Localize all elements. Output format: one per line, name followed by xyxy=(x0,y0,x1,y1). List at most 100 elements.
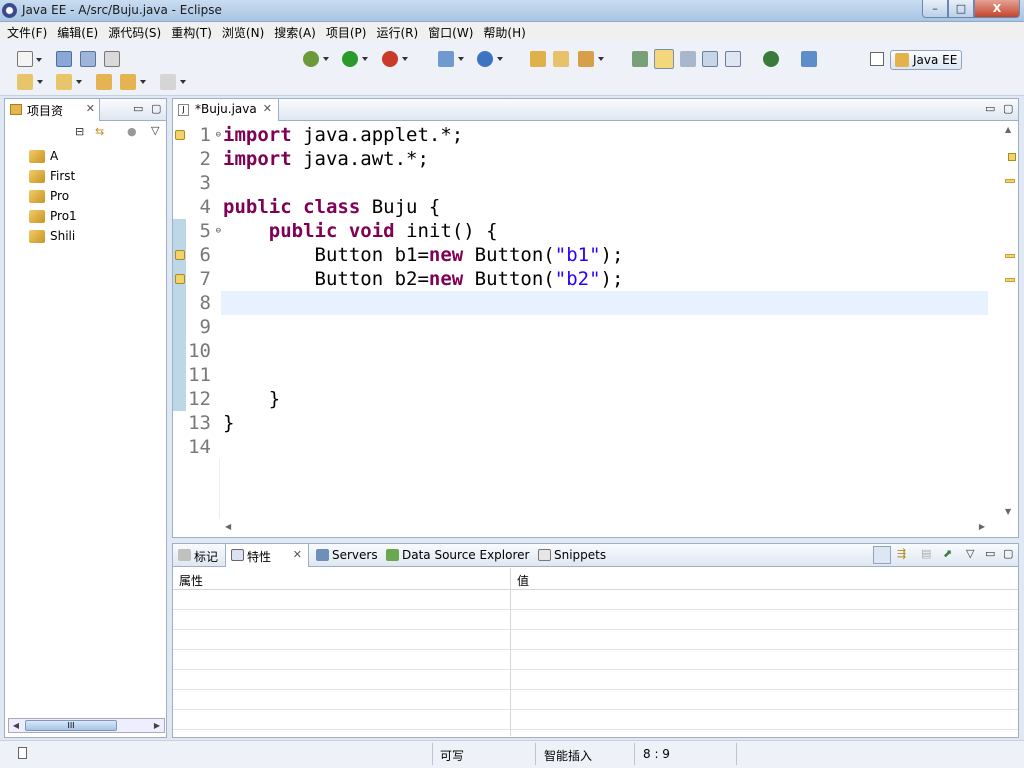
new-file-icon[interactable] xyxy=(17,51,42,67)
show-categories-icon[interactable] xyxy=(873,546,891,564)
menu-window[interactable]: 窗口(W) xyxy=(423,24,478,41)
tab-buju-java[interactable]: J *Buju.java ✕ xyxy=(173,99,279,121)
menu-edit[interactable]: 编辑(E) xyxy=(52,24,103,41)
overview-warning-marker[interactable] xyxy=(1005,254,1015,258)
code-line[interactable]: Button b2=new Button("b2"); xyxy=(223,267,624,291)
close-tab-icon[interactable]: ✕ xyxy=(86,102,95,115)
window-title: Java EE - A/src/Buju.java - Eclipse xyxy=(22,3,222,17)
scroll-right-icon[interactable]: ▶ xyxy=(979,522,985,531)
new-server-icon[interactable] xyxy=(438,51,464,67)
last-edit-location-icon[interactable] xyxy=(96,74,112,90)
search-icon[interactable] xyxy=(578,51,604,67)
minimize-editor-icon[interactable]: ▭ xyxy=(985,102,995,115)
block-selection-icon[interactable] xyxy=(702,51,718,67)
previous-annotation-icon[interactable] xyxy=(56,74,82,90)
filters-icon[interactable]: ● xyxy=(127,125,137,138)
open-type-icon[interactable] xyxy=(530,51,546,67)
overview-warning-marker[interactable] xyxy=(1005,278,1015,282)
project-explorer-tab-label: 项目资 xyxy=(27,104,64,118)
warning-icon[interactable] xyxy=(175,250,185,260)
code-line[interactable]: public class Buju { xyxy=(223,195,440,219)
open-perspective-icon[interactable] xyxy=(870,52,884,66)
link-with-editor-icon[interactable]: ⇆ xyxy=(95,125,104,138)
overview-warning-marker[interactable] xyxy=(1005,179,1015,183)
scroll-up-icon[interactable]: ▲ xyxy=(1005,125,1011,134)
maximize-button[interactable]: □ xyxy=(948,0,974,18)
tab-data-source-explorer[interactable]: Data Source Explorer xyxy=(381,544,531,567)
menu-project[interactable]: 项目(P) xyxy=(321,24,372,41)
server-icon[interactable] xyxy=(801,51,817,67)
menu-refactor[interactable]: 重构(T) xyxy=(166,24,217,41)
column-property[interactable]: 属性 xyxy=(179,572,203,589)
new-class-icon[interactable] xyxy=(477,51,503,67)
open-folder-icon[interactable] xyxy=(553,51,569,67)
editor-vertical-scrollbar[interactable]: ▲ ▼ xyxy=(1002,123,1018,519)
tab-properties[interactable]: 特性 ✕ xyxy=(225,544,309,567)
scroll-left-icon[interactable]: ◀ xyxy=(9,719,23,732)
servers-icon xyxy=(316,549,329,561)
mark-occurrences-icon[interactable] xyxy=(654,49,674,69)
minimize-button[interactable]: – xyxy=(922,0,948,18)
menu-search[interactable]: 搜索(A) xyxy=(269,24,321,41)
maximize-view-icon[interactable]: ▢ xyxy=(1003,547,1013,560)
save-icon[interactable] xyxy=(56,51,72,67)
scroll-down-icon[interactable]: ▼ xyxy=(1005,507,1011,516)
fold-toggle-icon[interactable]: ⊖ xyxy=(216,219,221,243)
collapse-all-icon[interactable]: ⊟ xyxy=(75,125,84,138)
maximize-editor-icon[interactable]: ▢ xyxy=(1003,102,1013,115)
show-advanced-icon[interactable]: ⇶ xyxy=(897,547,906,560)
show-whitespace-icon[interactable] xyxy=(725,51,741,67)
run-icon[interactable] xyxy=(342,51,368,67)
maximize-view-icon[interactable]: ▢ xyxy=(151,102,161,115)
warning-icon[interactable] xyxy=(175,274,185,284)
view-menu-icon[interactable]: ▽ xyxy=(966,547,974,560)
overview-warning-icon[interactable] xyxy=(1008,153,1016,161)
code-line[interactable]: import java.awt.*; xyxy=(223,147,429,171)
web-browser-icon[interactable] xyxy=(763,51,779,67)
explorer-horizontal-scrollbar[interactable]: ◀ III ▶ xyxy=(8,718,165,733)
fast-view-icon[interactable] xyxy=(18,747,27,759)
scroll-thumb[interactable]: III xyxy=(25,720,117,731)
scroll-right-icon[interactable]: ▶ xyxy=(150,719,164,732)
code-area[interactable]: 1 ⊖ import java.applet.*; 2 import java.awt.… xyxy=(173,123,991,519)
code-line[interactable]: Button b1=new Button("b1"); xyxy=(223,243,624,267)
menu-file[interactable]: 文件(F) xyxy=(2,24,52,41)
column-value[interactable]: 值 xyxy=(517,572,529,589)
code-line[interactable]: } xyxy=(223,387,280,411)
close-button[interactable]: X xyxy=(974,0,1020,18)
tab-markers[interactable]: 标记 xyxy=(173,544,225,567)
code-line[interactable]: public void init() { xyxy=(223,219,498,243)
menu-help[interactable]: 帮助(H) xyxy=(478,24,530,41)
warning-icon[interactable] xyxy=(175,130,185,140)
menu-navigate[interactable]: 浏览(N) xyxy=(217,24,269,41)
menu-run[interactable]: 运行(R) xyxy=(371,24,423,41)
java-ee-perspective-button[interactable]: Java EE xyxy=(890,50,962,70)
filter-icon[interactable]: ▤ xyxy=(921,547,931,560)
save-all-icon[interactable] xyxy=(80,51,96,67)
minimize-view-icon[interactable]: ▭ xyxy=(133,102,143,115)
fold-toggle-icon[interactable]: ⊖ xyxy=(216,123,221,147)
tab-servers[interactable]: Servers xyxy=(311,544,381,567)
next-annotation-icon[interactable] xyxy=(17,74,43,90)
print-icon[interactable] xyxy=(104,51,120,67)
pin-icon[interactable]: ⬈ xyxy=(943,547,952,560)
minimize-view-icon[interactable]: ▭ xyxy=(985,547,995,560)
highlight-icon[interactable] xyxy=(680,51,696,67)
tab-snippets[interactable]: Snippets xyxy=(533,544,613,567)
debug-icon[interactable] xyxy=(303,51,329,67)
forward-icon[interactable] xyxy=(160,74,186,90)
code-line[interactable]: } xyxy=(223,411,234,435)
close-tab-icon[interactable]: ✕ xyxy=(293,548,302,561)
editor-horizontal-scrollbar[interactable]: ◀ ▶ xyxy=(221,521,991,537)
close-tab-icon[interactable]: ✕ xyxy=(263,102,272,115)
toggle-breadcrumb-icon[interactable] xyxy=(632,51,648,67)
tab-project-explorer[interactable]: 项目资 ✕ xyxy=(5,99,100,121)
table-row xyxy=(173,610,1018,630)
code-line[interactable]: import java.applet.*; xyxy=(223,123,463,147)
menu-source[interactable]: 源代码(S) xyxy=(103,24,166,41)
view-menu-icon[interactable]: ▽ xyxy=(151,124,159,137)
scroll-left-icon[interactable]: ◀ xyxy=(225,522,231,531)
back-icon[interactable] xyxy=(120,74,146,90)
run-external-tools-icon[interactable] xyxy=(382,51,408,67)
eclipse-app-icon[interactable] xyxy=(2,3,17,18)
